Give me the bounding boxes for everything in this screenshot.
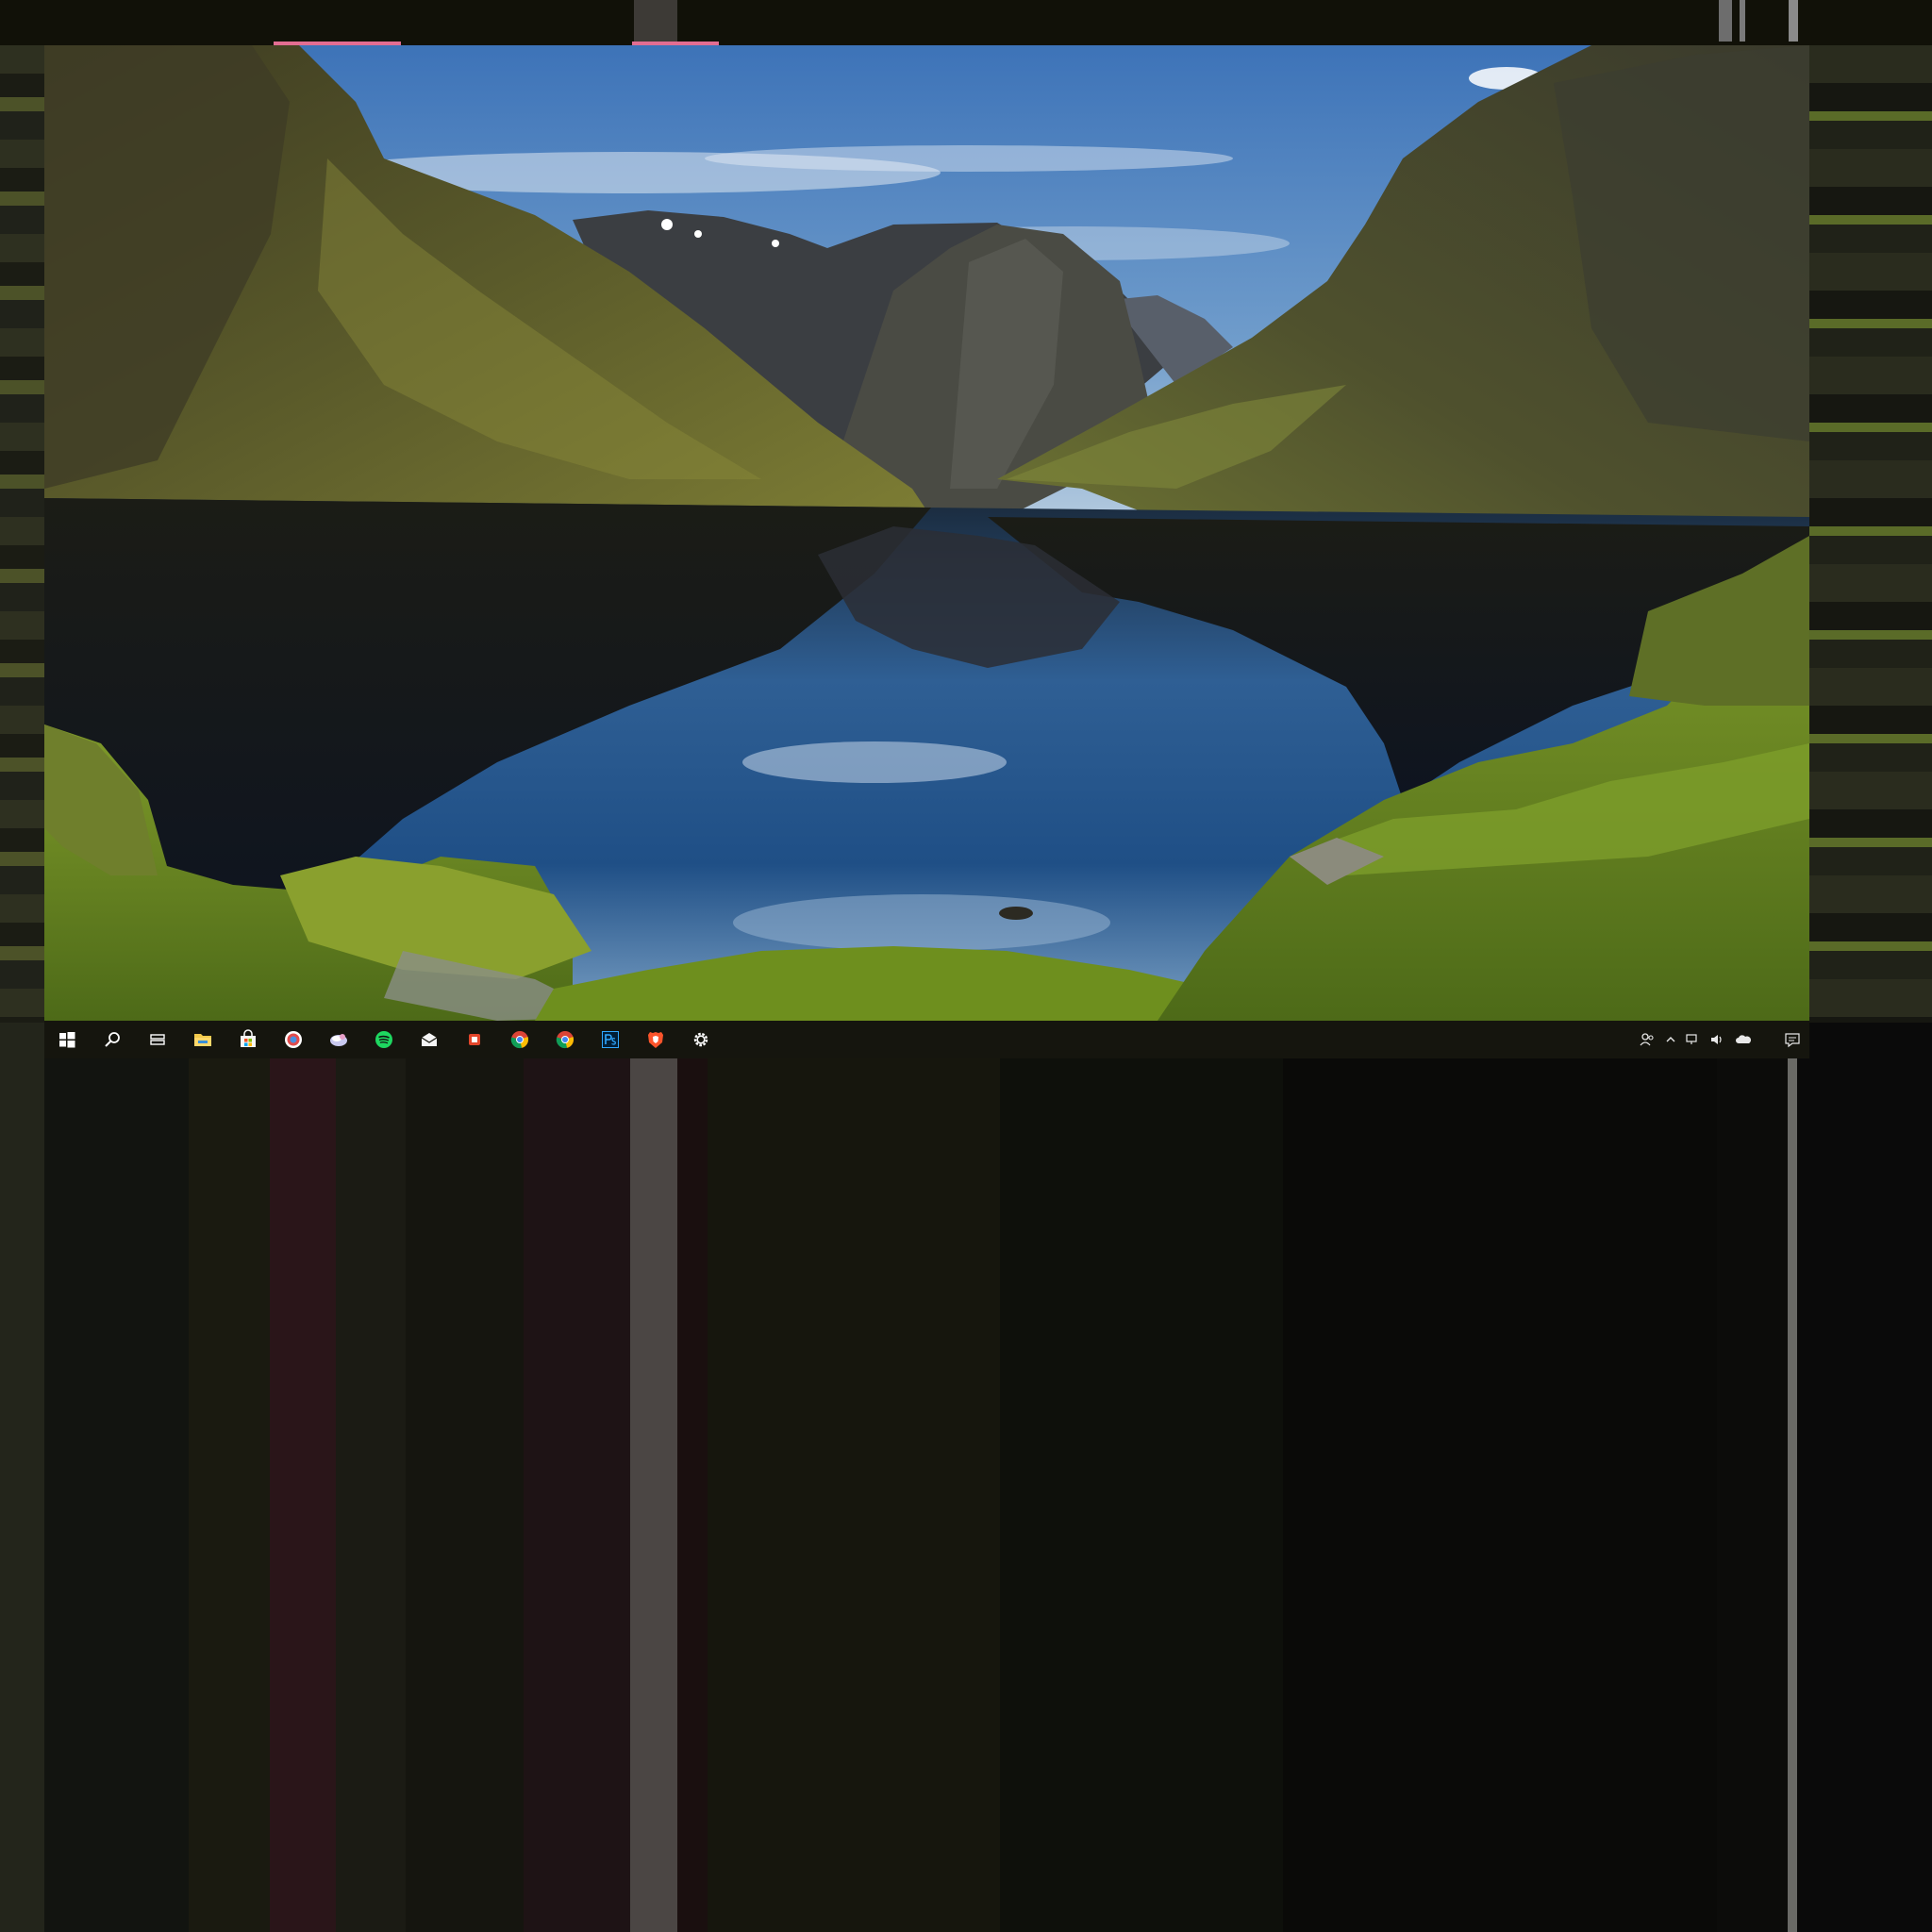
- taskbar-app-mail[interactable]: [407, 1021, 452, 1058]
- taskbar-app-chrome-2[interactable]: [542, 1021, 588, 1058]
- search-button[interactable]: [90, 1021, 135, 1058]
- taskbar-app-settings[interactable]: [678, 1021, 724, 1058]
- office-icon: [469, 1034, 480, 1045]
- app-icon: [330, 1034, 347, 1046]
- taskbar-app-browser[interactable]: [271, 1021, 316, 1058]
- onedrive-icon: [1736, 1035, 1752, 1043]
- screen: ​ ​: [0, 0, 1932, 1932]
- settings-gear-icon: [693, 1032, 708, 1047]
- top-grey-block: [1789, 0, 1798, 42]
- store-icon: [241, 1029, 256, 1047]
- show-hidden-icons-button[interactable]: [1660, 1021, 1681, 1058]
- desktop-wallpaper: [44, 45, 1809, 1021]
- spotify-icon: [375, 1031, 392, 1048]
- onedrive-button[interactable]: [1730, 1021, 1757, 1058]
- network-button[interactable]: [1681, 1021, 1706, 1058]
- taskbar-app-store[interactable]: [225, 1021, 271, 1058]
- volume-button[interactable]: [1706, 1021, 1730, 1058]
- top-grey-block: [1719, 0, 1732, 42]
- top-grey-block: [634, 0, 677, 42]
- taskbar-app-office[interactable]: [452, 1021, 497, 1058]
- taskbar-app-generic[interactable]: [316, 1021, 361, 1058]
- search-icon: [105, 1032, 120, 1047]
- file-explorer-icon: [194, 1034, 211, 1046]
- task-view-icon: [150, 1034, 165, 1045]
- action-center-button[interactable]: [1775, 1031, 1809, 1048]
- browser-icon: [285, 1031, 302, 1048]
- clock[interactable]: ​ ​: [1757, 1027, 1775, 1052]
- volume-icon: [1711, 1035, 1722, 1044]
- chrome-icon: [556, 1031, 575, 1049]
- people-button[interactable]: [1634, 1021, 1660, 1058]
- brave-icon: [648, 1032, 663, 1048]
- photoshop-icon: [602, 1031, 619, 1048]
- chrome-icon: [510, 1031, 529, 1049]
- network-icon: [1686, 1034, 1697, 1044]
- chevron-up-icon: [1666, 1037, 1675, 1042]
- task-view-button[interactable]: [135, 1021, 180, 1058]
- system-tray: ​ ​: [1634, 1021, 1809, 1058]
- taskbar-app-spotify[interactable]: [361, 1021, 407, 1058]
- mail-icon: [421, 1033, 438, 1046]
- taskbar-app-file-explorer[interactable]: [180, 1021, 225, 1058]
- action-center-icon: [1785, 1033, 1800, 1048]
- right-edge-streaks: [1809, 45, 1932, 1023]
- taskbar-app-brave[interactable]: [633, 1021, 678, 1058]
- taskbar-app-photoshop[interactable]: [588, 1021, 633, 1058]
- top-strip: [0, 0, 1932, 45]
- taskbar: ​ ​: [44, 1021, 1809, 1058]
- windows-start-icon: [59, 1032, 75, 1048]
- left-edge-streaks: [0, 45, 44, 1023]
- taskbar-app-chrome[interactable]: [497, 1021, 542, 1058]
- start-button[interactable]: [44, 1021, 90, 1058]
- people-icon: [1640, 1033, 1654, 1046]
- top-grey-block: [1740, 0, 1745, 42]
